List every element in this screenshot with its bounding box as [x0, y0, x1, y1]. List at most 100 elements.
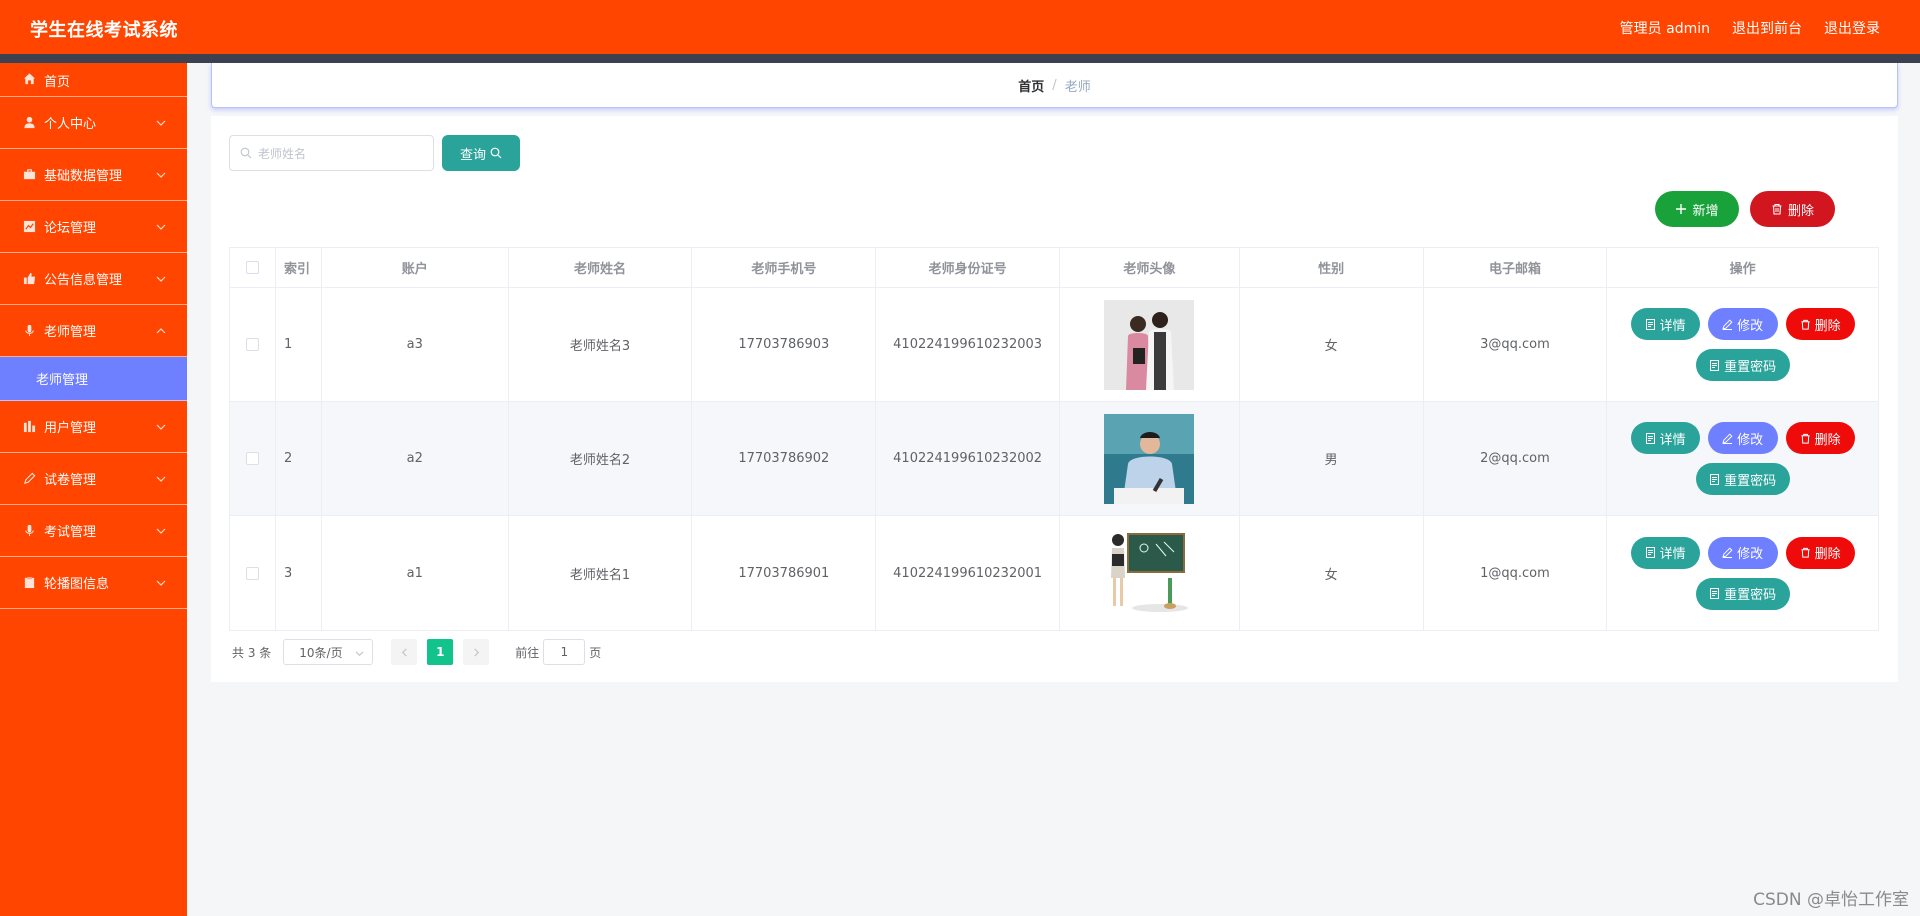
cell-index: 2 — [276, 402, 322, 515]
chevron-down-icon — [156, 580, 166, 586]
sidebar-item-label: 首页 — [44, 75, 71, 90]
cell-teacher-name: 老师姓名3 — [509, 288, 693, 401]
cell-account: a2 — [322, 402, 509, 515]
batch-delete-label: 删除 — [1787, 203, 1814, 219]
teacher-avatar-image[interactable] — [1104, 413, 1195, 504]
sidebar-item-notice[interactable]: 公告信息管理 — [0, 253, 187, 305]
edit-button[interactable]: 修改 — [1707, 308, 1778, 340]
page-number-button[interactable]: 1 — [427, 639, 454, 665]
sidebar-item-teacher[interactable]: 老师管理 — [0, 305, 187, 357]
edit-label: 修改 — [1737, 432, 1764, 448]
detail-label: 详情 — [1659, 318, 1686, 334]
page-unit-label: 页 — [589, 645, 602, 660]
cell-actions: 详情 修改 删除 重置密码 — [1607, 288, 1878, 401]
chevron-down-icon — [156, 424, 166, 430]
delete-button[interactable]: 删除 — [1785, 308, 1855, 340]
chevron-down-icon — [156, 172, 166, 178]
reset-password-label: 重置密码 — [1724, 359, 1777, 375]
row-checkbox[interactable] — [245, 338, 259, 351]
document-icon — [1710, 473, 1720, 485]
delete-label: 删除 — [1814, 547, 1841, 562]
sidebar-item-label: 试卷管理 — [44, 473, 97, 488]
exit-front-link[interactable]: 退出到前台 — [1732, 18, 1802, 38]
cell-avatar — [1060, 516, 1240, 630]
teacher-avatar-image[interactable] — [1104, 299, 1195, 390]
column-header: 老师身份证号 — [876, 248, 1060, 287]
cell-email: 1@qq.com — [1424, 516, 1608, 630]
teacher-name-search-input[interactable]: 老师姓名 — [229, 135, 434, 171]
delete-button[interactable]: 删除 — [1785, 422, 1855, 454]
sidebar-item-papers[interactable]: 试卷管理 — [0, 453, 187, 505]
delete-label: 删除 — [1814, 432, 1841, 448]
logout-link[interactable]: 退出登录 — [1824, 18, 1880, 38]
submenu-item-teacher-management[interactable]: 老师管理 — [0, 357, 187, 401]
detail-button[interactable]: 详情 — [1630, 308, 1700, 340]
batch-delete-button[interactable]: 删除 — [1750, 191, 1835, 227]
teacher-avatar-image[interactable] — [1104, 528, 1195, 618]
app-title: 学生在线考试系统 — [30, 20, 178, 41]
teacher-table: 索引 账户 老师姓名 老师手机号 老师身份证号 老师头像 性别 电子邮箱 操作 … — [229, 247, 1879, 631]
select-all-checkbox[interactable] — [245, 261, 259, 274]
trash-icon — [1801, 547, 1810, 558]
sidebar-item-label: 个人中心 — [44, 117, 97, 132]
sidebar-item-label: 轮播图信息 — [44, 577, 110, 592]
edit-button[interactable]: 修改 — [1707, 536, 1778, 569]
goto-page-input[interactable]: 1 — [543, 639, 586, 665]
column-header: 性别 — [1240, 248, 1424, 287]
admin-label[interactable]: 管理员 admin — [1620, 18, 1710, 38]
home-icon — [22, 71, 36, 85]
query-button[interactable]: 查询 — [442, 135, 520, 171]
column-header: 老师头像 — [1060, 248, 1240, 287]
reset-password-button[interactable]: 重置密码 — [1695, 349, 1790, 381]
trash-icon — [1801, 433, 1810, 444]
sidebar-item-home[interactable]: 首页 — [0, 63, 187, 97]
edit-label: 修改 — [1737, 318, 1764, 334]
sidebar-item-forum[interactable]: 论坛管理 — [0, 201, 187, 253]
chevron-right-icon — [474, 647, 479, 657]
sidebar-item-carousel[interactable]: 轮播图信息 — [0, 557, 187, 609]
reset-password-button[interactable]: 重置密码 — [1695, 463, 1790, 495]
reset-password-label: 重置密码 — [1724, 588, 1777, 603]
plus-icon — [1676, 204, 1687, 214]
cell-account: a1 — [322, 516, 509, 630]
cell-index: 3 — [276, 516, 322, 630]
chevron-down-icon — [156, 224, 166, 230]
detail-button[interactable]: 详情 — [1630, 422, 1700, 454]
edit-button[interactable]: 修改 — [1707, 422, 1778, 454]
page-size-select[interactable]: 10条/页 — [283, 639, 374, 665]
mic-icon — [22, 324, 36, 338]
cell-gender: 男 — [1240, 402, 1424, 515]
delete-button[interactable]: 删除 — [1785, 536, 1855, 569]
breadcrumb-current: 老师 — [1064, 79, 1091, 95]
chevron-down-icon — [156, 476, 166, 482]
row-checkbox[interactable] — [245, 452, 259, 465]
detail-label: 详情 — [1659, 547, 1686, 562]
detail-button[interactable]: 详情 — [1630, 536, 1700, 569]
header-actions: 管理员 admin 退出到前台 退出登录 — [1620, 18, 1880, 38]
sidebar-item-label: 用户管理 — [44, 421, 97, 436]
detail-label: 详情 — [1659, 432, 1686, 448]
sidebar-item-exams[interactable]: 考试管理 — [0, 505, 187, 557]
page-size-value: 10条/页 — [299, 645, 343, 660]
document-icon — [1645, 318, 1655, 330]
cell-gender: 女 — [1240, 288, 1424, 401]
chevron-up-icon — [156, 327, 166, 333]
sidebar-item-profile[interactable]: 个人中心 — [0, 97, 187, 149]
row-checkbox[interactable] — [245, 566, 259, 580]
pencil-icon — [1722, 432, 1733, 444]
clipboard-icon — [22, 576, 36, 590]
add-button[interactable]: 新增 — [1655, 191, 1739, 227]
cell-teacher-name: 老师姓名2 — [509, 402, 693, 515]
next-page-button[interactable] — [463, 639, 490, 665]
sidebar-item-basic-data[interactable]: 基础数据管理 — [0, 149, 187, 201]
sidebar-item-label: 老师管理 — [44, 325, 97, 340]
mic-icon — [22, 524, 36, 538]
table-row: 1 a3 老师姓名3 17703786903 41022419961023200… — [230, 288, 1878, 402]
main-panel: 老师姓名 查询 新增 删除 索引 账户 老师姓名 老师手机号 老师身份证号 老师… — [211, 116, 1898, 682]
prev-page-button[interactable] — [391, 639, 418, 665]
column-header: 索引 — [276, 248, 322, 287]
sidebar-item-users[interactable]: 用户管理 — [0, 401, 187, 453]
breadcrumb-home[interactable]: 首页 — [1018, 76, 1044, 95]
reset-password-button[interactable]: 重置密码 — [1695, 577, 1790, 610]
user-icon — [22, 116, 36, 130]
